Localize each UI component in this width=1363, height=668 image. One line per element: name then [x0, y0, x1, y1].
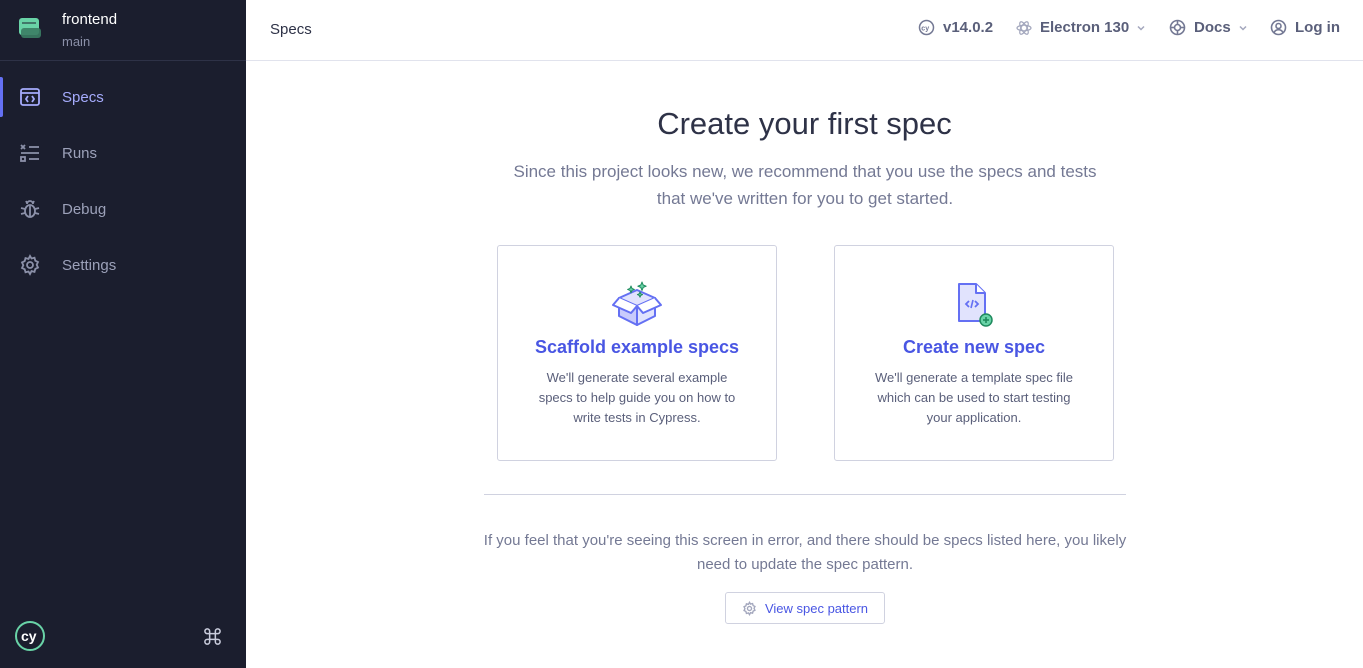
scaffold-example-specs-card[interactable]: Scaffold example specs We'll generate se… — [497, 245, 777, 461]
sidebar-item-label: Specs — [62, 88, 104, 106]
sidebar-item-label: Debug — [62, 200, 107, 218]
login-label: Log in — [1295, 19, 1340, 36]
sidebar-nav: Specs Runs Debug Settings — [0, 69, 246, 293]
project-branch: main — [62, 34, 91, 49]
view-spec-pattern-label: View spec pattern — [764, 600, 869, 616]
bug-icon — [20, 200, 40, 218]
gear-icon — [20, 254, 40, 276]
main-description: Since this project looks new, we recomme… — [513, 162, 1097, 208]
divider — [484, 494, 1126, 495]
cypress-version-icon: cy — [918, 19, 935, 36]
card-title: Create new spec — [902, 337, 1046, 357]
svg-text:cy: cy — [21, 628, 37, 644]
card-description: We'll generate several example specs to … — [538, 370, 736, 425]
sidebar-item-specs[interactable]: Specs — [0, 69, 246, 125]
sidebar-item-label: Settings — [62, 256, 117, 274]
electron-icon — [1016, 20, 1032, 35]
page-title: Specs — [270, 21, 312, 38]
project-switcher[interactable]: frontend main — [0, 0, 246, 61]
login-button[interactable]: Log in — [1270, 19, 1340, 36]
browser-selector[interactable]: Electron 130 — [1016, 19, 1146, 36]
create-new-spec-card[interactable]: Create new spec We'll generate a templat… — [834, 245, 1114, 461]
sidebar-item-debug[interactable]: Debug — [0, 181, 246, 237]
svg-text:cy: cy — [921, 26, 929, 33]
card-description: We'll generate a template spec file whic… — [874, 370, 1074, 425]
sidebar-item-settings[interactable]: Settings — [0, 237, 246, 293]
box-icon — [612, 281, 662, 326]
card-title: Scaffold example specs — [534, 337, 740, 357]
runs-icon — [20, 144, 39, 162]
browser-name: Electron 130 — [1040, 19, 1130, 36]
command-icon[interactable] — [203, 627, 222, 646]
docs-label: Docs — [1194, 19, 1231, 36]
spec-pattern-hint: If you feel that you're seeing this scre… — [483, 532, 1127, 573]
lifebuoy-icon — [1169, 19, 1186, 36]
chevron-down-icon — [1239, 25, 1247, 31]
view-spec-pattern-button[interactable]: View spec pattern — [725, 592, 885, 624]
specs-icon — [20, 88, 40, 106]
sidebar: frontend main Specs Runs Debug Settings … — [0, 0, 246, 668]
main-title: Create your first spec — [657, 106, 952, 141]
gear-icon — [743, 600, 756, 616]
version-text: v14.0.2 — [943, 19, 994, 36]
cypress-logo-icon[interactable]: cy — [14, 620, 46, 652]
chevron-down-icon — [1137, 25, 1145, 31]
new-file-icon — [958, 283, 993, 327]
project-icon — [19, 18, 41, 38]
sidebar-item-runs[interactable]: Runs — [0, 125, 246, 181]
top-header: Specs cy v14.0.2 Electron 130 Docs Log i… — [246, 0, 1363, 61]
user-icon — [1270, 19, 1287, 36]
sidebar-item-label: Runs — [62, 144, 98, 162]
version-badge[interactable]: cy v14.0.2 — [918, 19, 993, 36]
docs-menu[interactable]: Docs — [1169, 19, 1248, 36]
project-name: frontend — [62, 11, 118, 28]
